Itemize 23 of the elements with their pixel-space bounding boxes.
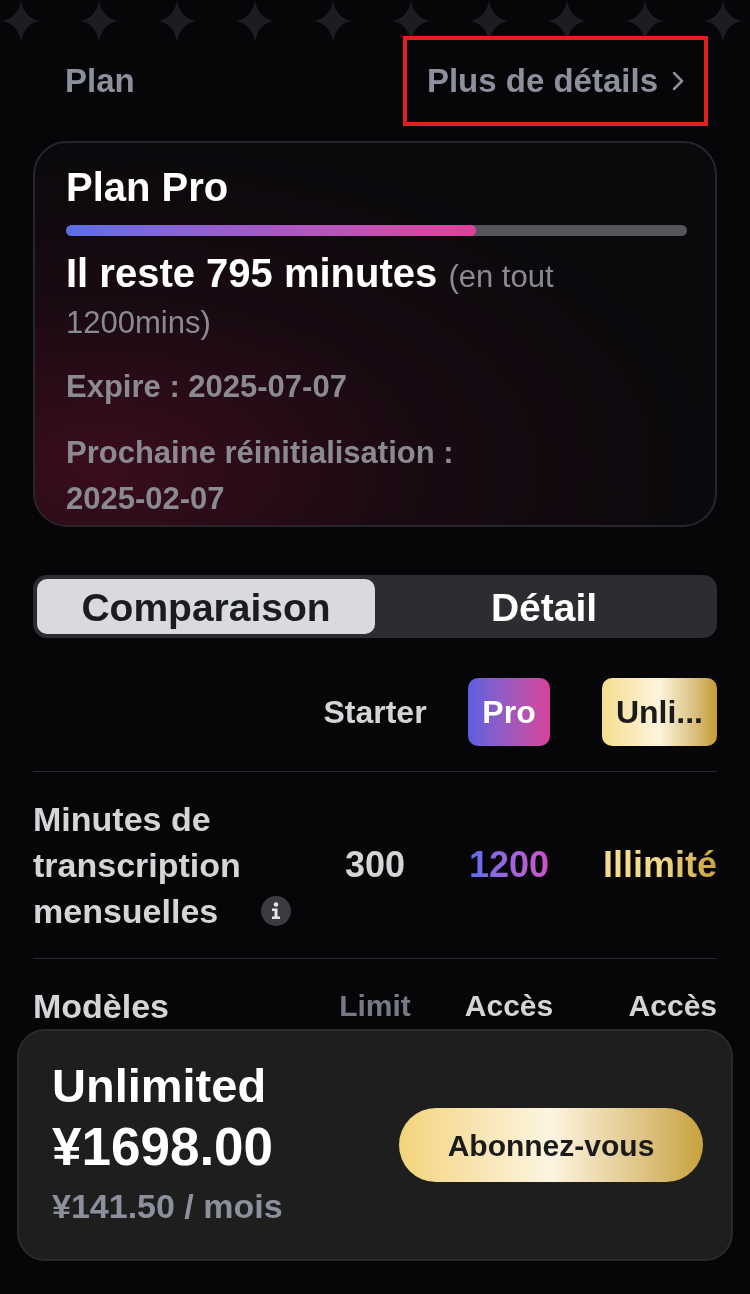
details-link[interactable]: Plus de détails — [402, 36, 708, 126]
segment-tab[interactable]: Détail — [375, 578, 713, 634]
feature-label: Minutes de transcription mensuelles — [33, 798, 242, 932]
plan-name: Plan Pro — [66, 164, 230, 209]
monthly-price: ¥141.50 / mois — [52, 1186, 283, 1227]
remaining-minutes: Il reste 795 minutes (en tout 1200mins) — [66, 251, 555, 342]
table-cell-text: Limit — [339, 988, 411, 1024]
expiry-date: Expire : 2025-07-07 — [66, 367, 348, 406]
feature-label: Modèles — [33, 985, 171, 1027]
segment-tab[interactable]: Comparaison — [37, 578, 375, 634]
chevron-right-icon — [672, 70, 684, 91]
section-title: Plan — [65, 61, 135, 101]
table-cell-text: 300 — [344, 842, 406, 887]
plan-name: Unlimited — [52, 1058, 268, 1114]
column-header: Starter — [323, 692, 427, 732]
info-icon[interactable] — [261, 895, 291, 926]
table-cell-text: Accès — [628, 988, 717, 1024]
plan-badge: Unli... — [601, 677, 717, 746]
price: ¥1698.00 — [52, 1116, 275, 1178]
reset-date: Prochaine réinitialisation : 2025-02-07 — [66, 434, 455, 518]
table-cell-text: Accès — [464, 988, 554, 1024]
plan-badge: Pro — [468, 677, 550, 746]
subscribe-button[interactable]: Abonnez-vous — [399, 1108, 703, 1182]
